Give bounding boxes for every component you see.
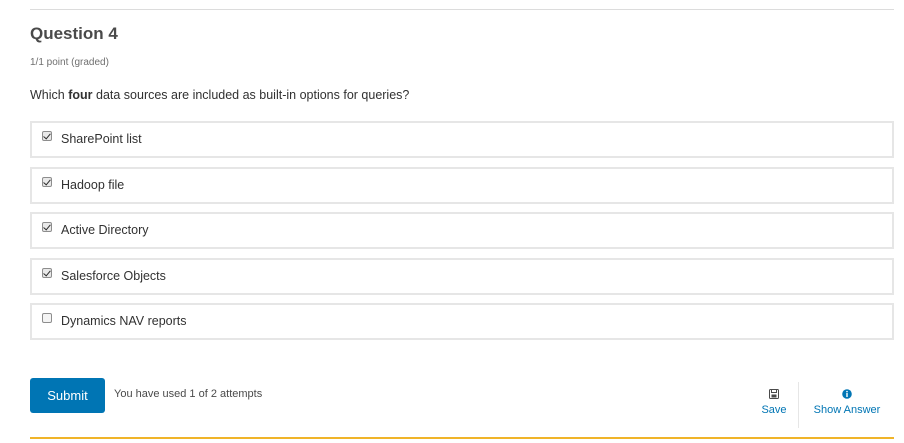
question-points: 1/1 point (graded) — [30, 57, 109, 68]
checkbox[interactable] — [42, 313, 52, 323]
show-answer-button[interactable]: Show Answer — [806, 389, 888, 416]
floppy-disk-icon — [758, 389, 790, 401]
option-hadoop-file[interactable]: Hadoop file — [30, 166, 894, 204]
prompt-emphasis: four — [68, 88, 93, 102]
attempts-status: You have used 1 of 2 attempts — [114, 388, 263, 400]
info-circle-icon — [806, 389, 888, 401]
top-divider — [30, 9, 894, 10]
prompt-text-start: Which — [30, 88, 69, 102]
option-dynamics-nav-reports[interactable]: Dynamics NAV reports — [30, 303, 894, 340]
option-active-directory[interactable]: Active Directory — [30, 212, 894, 249]
option-label: SharePoint list — [61, 132, 142, 146]
checkbox[interactable] — [42, 176, 52, 187]
checkbox[interactable] — [42, 267, 52, 278]
option-label: Salesforce Objects — [61, 268, 166, 283]
option-label: Active Directory — [61, 223, 149, 237]
option-label: Dynamics NAV reports — [61, 314, 187, 328]
option-label: Hadoop file — [61, 177, 125, 192]
show-answer-label: Show Answer — [813, 404, 881, 416]
option-sharepoint-list[interactable]: SharePoint list — [30, 121, 894, 158]
answer-options: SharePoint list Hadoop file Active Direc… — [30, 121, 894, 349]
checkbox[interactable] — [42, 222, 52, 232]
save-button[interactable]: Save — [758, 389, 790, 416]
bottom-divider — [30, 437, 894, 439]
question-prompt: Which four data sources are included as … — [30, 88, 409, 102]
submit-button[interactable]: Submit — [30, 378, 105, 413]
option-salesforce-objects[interactable]: Salesforce Objects — [30, 257, 894, 295]
save-label: Save — [761, 404, 787, 416]
checkbox[interactable] — [42, 131, 52, 141]
prompt-text-end: data sources are included as built-in op… — [92, 88, 410, 102]
action-divider — [798, 382, 799, 428]
question-title: Question 4 — [30, 24, 118, 43]
